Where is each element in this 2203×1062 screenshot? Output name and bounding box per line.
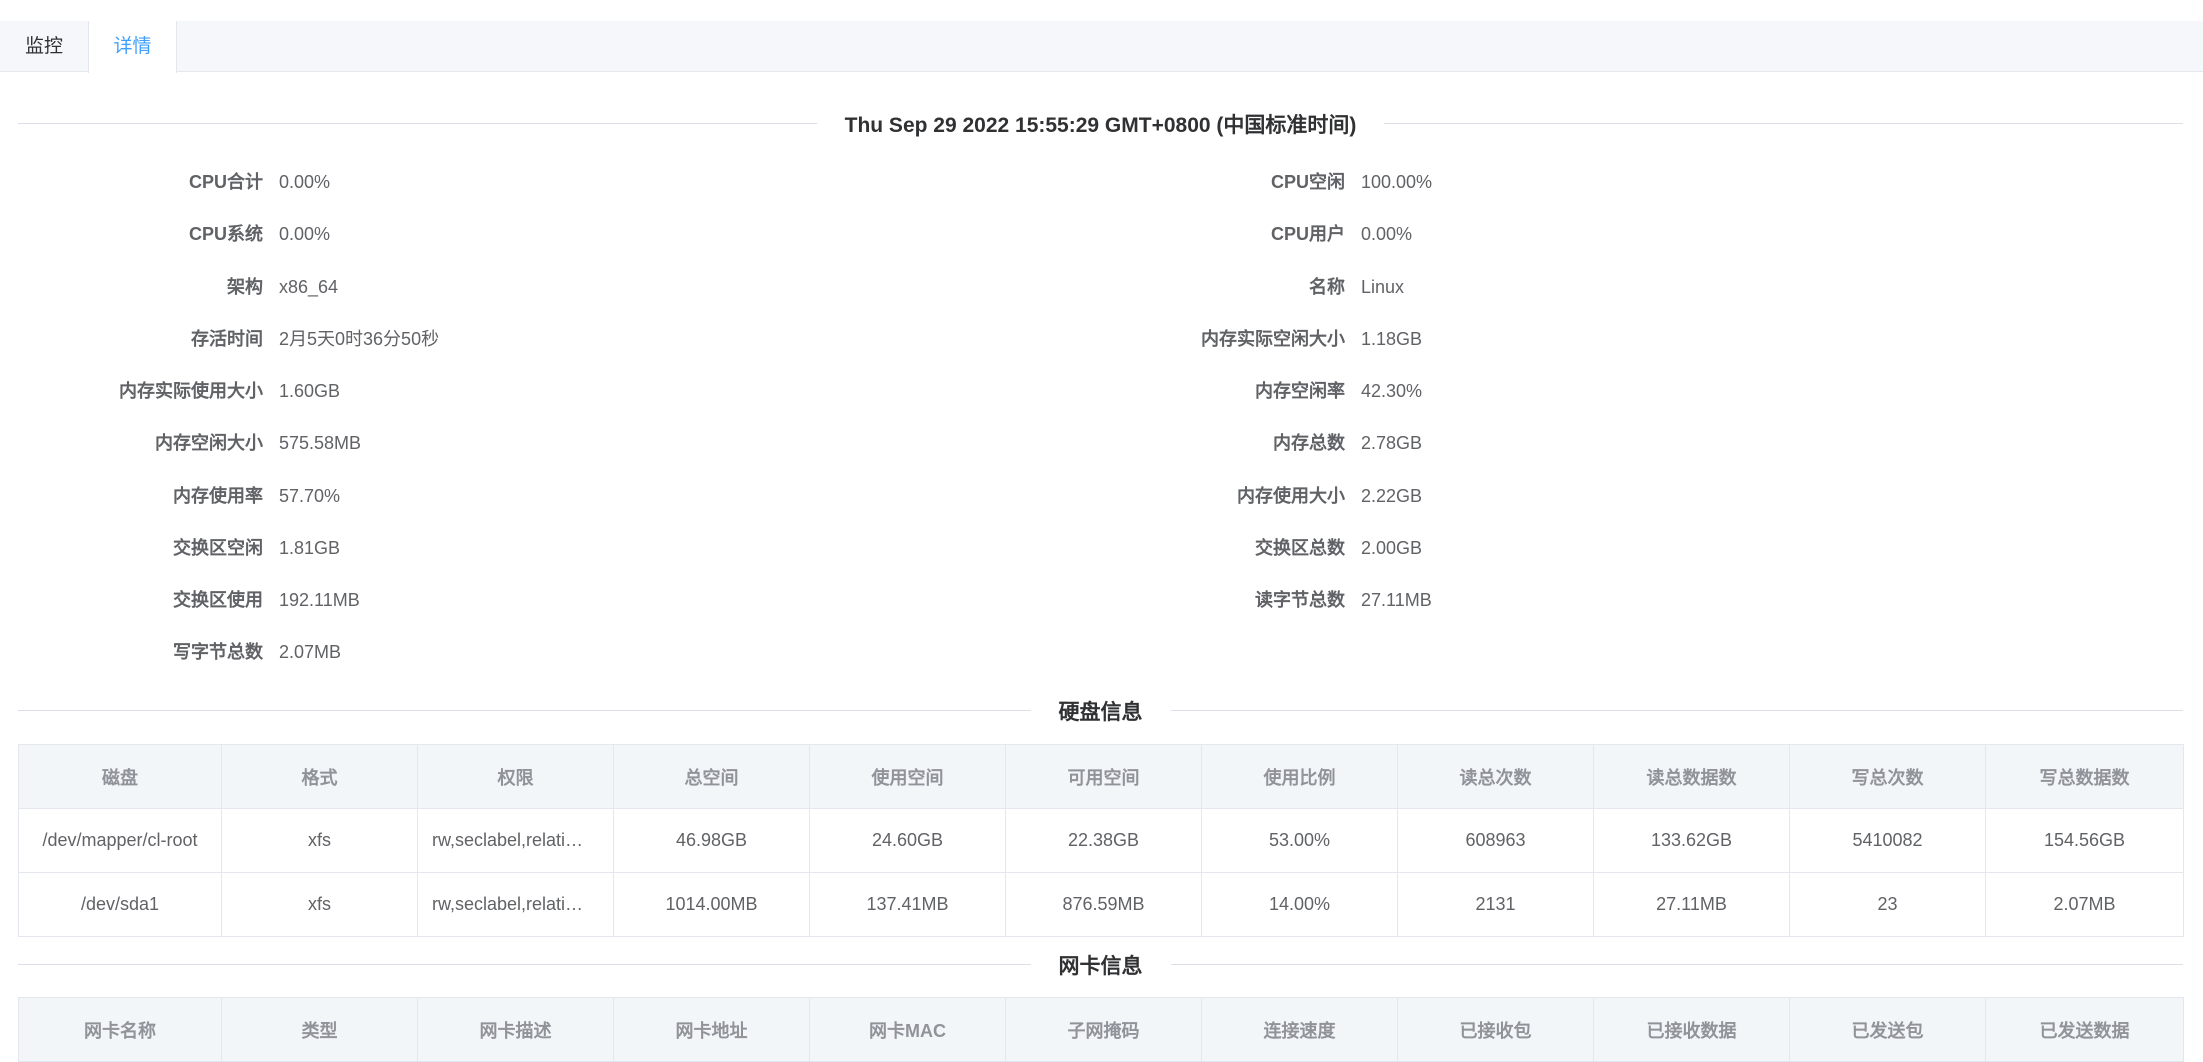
detail-label: 名称 (1309, 277, 1345, 297)
table-cell: 133.62GB (1593, 808, 1790, 873)
detail-value: 2.22GB (1361, 486, 1423, 506)
detail-value: 2.00GB (1361, 538, 1423, 558)
detail-value: 27.11MB (1361, 590, 1432, 610)
table-cell: rw,seclabel,relati… (417, 808, 614, 873)
column-header: 网卡地址 (613, 997, 810, 1062)
column-header: 网卡描述 (417, 997, 614, 1062)
column-header: 格式 (221, 744, 418, 809)
table-cell: xfs (221, 872, 418, 937)
column-header: 网卡名称 (18, 997, 222, 1062)
network-section-divider: 网卡信息 (18, 950, 2183, 980)
column-header: 可用空间 (1005, 744, 1202, 809)
column-header: 使用比例 (1201, 744, 1398, 809)
detail-os-name: 名称 Linux (0, 275, 1404, 299)
table-cell: 876.59MB (1005, 872, 1202, 937)
column-header: 网卡MAC (809, 997, 1006, 1062)
table-cell: 608963 (1397, 808, 1594, 873)
column-header: 写总数据数 (1985, 744, 2184, 809)
table-cell: 24.60GB (809, 808, 1006, 873)
table-cell: 46.98GB (613, 808, 810, 873)
table-cell: xfs (221, 808, 418, 873)
column-header: 总空间 (613, 744, 810, 809)
column-header: 已发送包 (1789, 997, 1986, 1062)
table-cell: 2.07MB (1985, 872, 2184, 937)
tab-details[interactable]: 详情 (88, 21, 177, 73)
detail-value: 0.00% (1361, 224, 1413, 244)
column-header: 磁盘 (18, 744, 222, 809)
table-cell: 1014.00MB (613, 872, 810, 937)
network-table: 网卡名称 类型 网卡描述 网卡地址 网卡MAC 子网掩码 连接速度 已接收包 已… (18, 997, 2184, 1062)
column-header: 连接速度 (1201, 997, 1398, 1062)
table-cell: 22.38GB (1005, 808, 1202, 873)
detail-cpu-idle: CPU空闲 100.00% (0, 170, 1432, 194)
detail-label: CPU空闲 (1270, 172, 1345, 192)
detail-mem-free-rate: 内存空闲率 42.30% (0, 379, 1422, 403)
detail-value: Linux (1361, 277, 1405, 297)
detail-label: 读字节总数 (1255, 590, 1345, 610)
disk-section-divider: 硬盘信息 (18, 696, 2183, 726)
network-section-title: 网卡信息 (1030, 950, 1171, 980)
table-cell: 5410082 (1789, 808, 1986, 873)
detail-label: 内存使用大小 (1237, 486, 1345, 506)
column-header: 读总次数 (1397, 744, 1594, 809)
disk-section-title: 硬盘信息 (1030, 696, 1171, 726)
detail-label: 内存总数 (1273, 433, 1345, 453)
table-cell: 23 (1789, 872, 1986, 937)
disk-table: 磁盘 格式 权限 总空间 使用空间 可用空间 使用比例 读总次数 读总数据数 写… (18, 744, 2184, 937)
table-cell: 154.56GB (1985, 808, 2184, 873)
table-cell: 27.11MB (1593, 872, 1790, 937)
table-row: /dev/sda1 xfs rw,seclabel,relati… 1014.0… (18, 872, 2184, 937)
table-row: /dev/mapper/cl-root xfs rw,seclabel,rela… (18, 808, 2184, 873)
table-cell: 2131 (1397, 872, 1594, 937)
detail-value: 2.07MB (279, 642, 342, 662)
detail-value: 42.30% (1361, 381, 1423, 401)
table-cell: /dev/mapper/cl-root (18, 808, 222, 873)
column-header: 类型 (221, 997, 418, 1062)
column-header: 写总次数 (1789, 744, 1986, 809)
detail-cpu-user: CPU用户 0.00% (0, 222, 1412, 246)
detail-value: 100.00% (1361, 172, 1433, 192)
column-header: 子网掩码 (1005, 997, 1202, 1062)
detail-value: 1.18GB (1361, 329, 1423, 349)
detail-value: 2.78GB (1361, 433, 1423, 453)
column-header: 使用空间 (809, 744, 1006, 809)
detail-mem-used: 内存使用大小 2.22GB (0, 484, 1422, 508)
top-strip (0, 0, 2203, 22)
detail-label: 内存空闲率 (1255, 381, 1345, 401)
timestamp-title: Thu Sep 29 2022 15:55:29 GMT+0800 (中国标准时… (816, 109, 1385, 139)
detail-swap-total: 交换区总数 2.00GB (0, 536, 1422, 560)
column-header: 权限 (417, 744, 614, 809)
table-cell: /dev/sda1 (18, 872, 222, 937)
tab-monitor[interactable]: 监控 (0, 21, 88, 72)
detail-mem-actual-free: 内存实际空闲大小 1.18GB (0, 327, 1422, 351)
detail-label: 交换区总数 (1255, 538, 1345, 558)
detail-label: CPU用户 (1270, 224, 1345, 244)
detail-label: 写字节总数 (173, 642, 263, 662)
table-cell: rw,seclabel,relati… (417, 872, 614, 937)
column-header: 已接收包 (1397, 997, 1594, 1062)
timestamp-divider: Thu Sep 29 2022 15:55:29 GMT+0800 (中国标准时… (18, 109, 2183, 139)
tab-bar: 监控 详情 (0, 21, 2203, 73)
table-cell: 137.41MB (809, 872, 1006, 937)
detail-mem-total: 内存总数 2.78GB (0, 431, 1422, 455)
table-header-row: 磁盘 格式 权限 总空间 使用空间 可用空间 使用比例 读总次数 读总数据数 写… (18, 744, 2184, 809)
table-header-row: 网卡名称 类型 网卡描述 网卡地址 网卡MAC 子网掩码 连接速度 已接收包 已… (18, 997, 2184, 1062)
detail-write-bytes: 写字节总数 2.07MB (0, 640, 341, 664)
table-cell: 14.00% (1201, 872, 1398, 937)
detail-read-bytes: 读字节总数 27.11MB (0, 588, 1432, 612)
table-cell: 53.00% (1201, 808, 1398, 873)
column-header: 已发送数据 (1985, 997, 2184, 1062)
column-header: 读总数据数 (1593, 744, 1790, 809)
detail-label: 内存实际空闲大小 (1201, 329, 1345, 349)
column-header: 已接收数据 (1593, 997, 1790, 1062)
